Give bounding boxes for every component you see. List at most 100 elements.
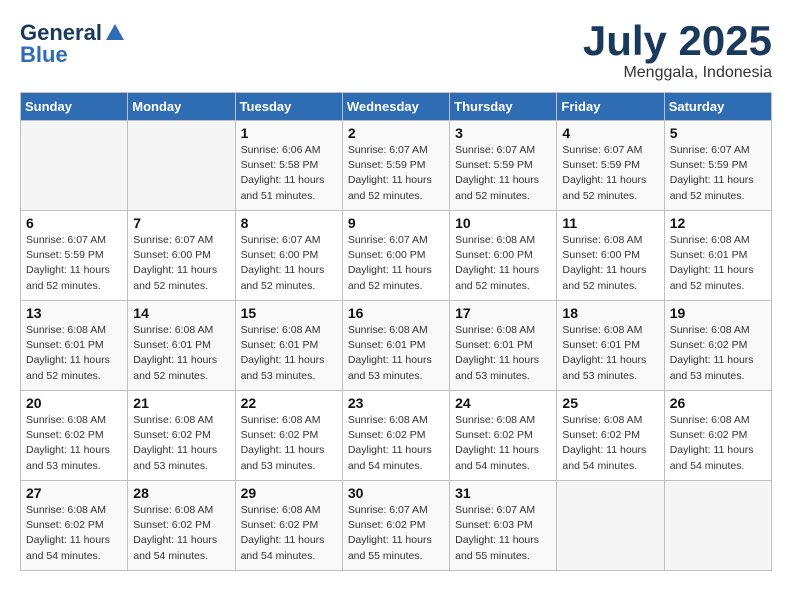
day-cell: 18 Sunrise: 6:08 AM Sunset: 6:01 PM Dayli… <box>557 301 664 391</box>
logo-icon <box>104 22 126 44</box>
page-header: General Blue July 2025 Menggala, Indones… <box>20 20 772 82</box>
col-header-wednesday: Wednesday <box>342 93 449 121</box>
day-number: 13 <box>26 305 122 321</box>
day-cell: 10 Sunrise: 6:08 AM Sunset: 6:00 PM Dayli… <box>450 211 557 301</box>
day-info: Sunrise: 6:06 AM Sunset: 5:58 PM Dayligh… <box>241 143 337 204</box>
week-row-5: 27Sunrise: 6:08 AM Sunset: 6:02 PM Dayli… <box>21 481 772 571</box>
day-number: 26 <box>670 395 766 411</box>
day-number: 18 <box>562 305 658 321</box>
day-info: Sunrise: 6:08 AM Sunset: 6:00 PM Dayligh… <box>562 233 658 294</box>
day-info: Sunrise: 6:08 AM Sunset: 6:01 PM Dayligh… <box>455 323 551 384</box>
day-info: Sunrise: 6:08 AM Sunset: 6:02 PM Dayligh… <box>670 413 766 474</box>
day-number: 16 <box>348 305 444 321</box>
day-info: Sunrise: 6:08 AM Sunset: 6:01 PM Dayligh… <box>670 233 766 294</box>
day-info: Sunrise: 6:07 AM Sunset: 6:00 PM Dayligh… <box>133 233 229 294</box>
day-number: 11 <box>562 215 658 231</box>
day-cell <box>664 481 771 571</box>
day-info: Sunrise: 6:08 AM Sunset: 6:00 PM Dayligh… <box>455 233 551 294</box>
day-cell: 7 Sunrise: 6:07 AM Sunset: 6:00 PM Daylig… <box>128 211 235 301</box>
day-info: Sunrise: 6:08 AM Sunset: 6:02 PM Dayligh… <box>26 413 122 474</box>
day-info: Sunrise: 6:07 AM Sunset: 5:59 PM Dayligh… <box>562 143 658 204</box>
day-cell: 5 Sunrise: 6:07 AM Sunset: 5:59 PM Daylig… <box>664 121 771 211</box>
col-header-thursday: Thursday <box>450 93 557 121</box>
day-cell: 17 Sunrise: 6:08 AM Sunset: 6:01 PM Dayli… <box>450 301 557 391</box>
day-info: Sunrise: 6:08 AM Sunset: 6:02 PM Dayligh… <box>241 503 337 564</box>
day-cell: 24 Sunrise: 6:08 AM Sunset: 6:02 PM Dayli… <box>450 391 557 481</box>
location-subtitle: Menggala, Indonesia <box>583 64 772 82</box>
day-info: Sunrise: 6:08 AM Sunset: 6:01 PM Dayligh… <box>133 323 229 384</box>
day-number: 5 <box>670 125 766 141</box>
week-row-1: 1Sunrise: 6:06 AM Sunset: 5:58 PM Daylig… <box>21 121 772 211</box>
day-cell: 1Sunrise: 6:06 AM Sunset: 5:58 PM Daylig… <box>235 121 342 211</box>
day-info: Sunrise: 6:07 AM Sunset: 5:59 PM Dayligh… <box>26 233 122 294</box>
day-info: Sunrise: 6:08 AM Sunset: 6:01 PM Dayligh… <box>241 323 337 384</box>
day-number: 4 <box>562 125 658 141</box>
day-info: Sunrise: 6:07 AM Sunset: 5:59 PM Dayligh… <box>455 143 551 204</box>
day-info: Sunrise: 6:08 AM Sunset: 6:02 PM Dayligh… <box>133 503 229 564</box>
day-cell: 20 Sunrise: 6:08 AM Sunset: 6:02 PM Dayli… <box>21 391 128 481</box>
month-title: July 2025 <box>583 20 772 62</box>
day-cell: 11 Sunrise: 6:08 AM Sunset: 6:00 PM Dayli… <box>557 211 664 301</box>
day-number: 30 <box>348 485 444 501</box>
day-number: 28 <box>133 485 229 501</box>
day-number: 6 <box>26 215 122 231</box>
day-cell: 13 Sunrise: 6:08 AM Sunset: 6:01 PM Dayli… <box>21 301 128 391</box>
day-number: 7 <box>133 215 229 231</box>
day-info: Sunrise: 6:08 AM Sunset: 6:02 PM Dayligh… <box>455 413 551 474</box>
day-number: 8 <box>241 215 337 231</box>
header-row: SundayMondayTuesdayWednesdayThursdayFrid… <box>21 93 772 121</box>
day-number: 17 <box>455 305 551 321</box>
day-number: 20 <box>26 395 122 411</box>
day-number: 23 <box>348 395 444 411</box>
day-number: 19 <box>670 305 766 321</box>
day-cell: 6 Sunrise: 6:07 AM Sunset: 5:59 PM Daylig… <box>21 211 128 301</box>
day-info: Sunrise: 6:07 AM Sunset: 5:59 PM Dayligh… <box>348 143 444 204</box>
day-number: 24 <box>455 395 551 411</box>
day-cell: 21 Sunrise: 6:08 AM Sunset: 6:02 PM Dayli… <box>128 391 235 481</box>
day-number: 25 <box>562 395 658 411</box>
day-cell: 2 Sunrise: 6:07 AM Sunset: 5:59 PM Daylig… <box>342 121 449 211</box>
day-info: Sunrise: 6:08 AM Sunset: 6:01 PM Dayligh… <box>26 323 122 384</box>
day-info: Sunrise: 6:08 AM Sunset: 6:02 PM Dayligh… <box>348 413 444 474</box>
day-cell: 3Sunrise: 6:07 AM Sunset: 5:59 PM Daylig… <box>450 121 557 211</box>
logo: General Blue <box>20 20 126 68</box>
day-info: Sunrise: 6:07 AM Sunset: 6:03 PM Dayligh… <box>455 503 551 564</box>
day-info: Sunrise: 6:08 AM Sunset: 6:02 PM Dayligh… <box>670 323 766 384</box>
week-row-2: 6 Sunrise: 6:07 AM Sunset: 5:59 PM Daylig… <box>21 211 772 301</box>
day-cell: 15 Sunrise: 6:08 AM Sunset: 6:01 PM Dayli… <box>235 301 342 391</box>
day-cell <box>128 121 235 211</box>
day-number: 29 <box>241 485 337 501</box>
day-cell: 25 Sunrise: 6:08 AM Sunset: 6:02 PM Dayli… <box>557 391 664 481</box>
day-cell: 29 Sunrise: 6:08 AM Sunset: 6:02 PM Dayli… <box>235 481 342 571</box>
col-header-sunday: Sunday <box>21 93 128 121</box>
day-number: 9 <box>348 215 444 231</box>
week-row-4: 20 Sunrise: 6:08 AM Sunset: 6:02 PM Dayli… <box>21 391 772 481</box>
day-cell <box>557 481 664 571</box>
day-number: 10 <box>455 215 551 231</box>
day-cell: 28 Sunrise: 6:08 AM Sunset: 6:02 PM Dayli… <box>128 481 235 571</box>
day-info: Sunrise: 6:08 AM Sunset: 6:02 PM Dayligh… <box>133 413 229 474</box>
day-number: 2 <box>348 125 444 141</box>
day-info: Sunrise: 6:08 AM Sunset: 6:02 PM Dayligh… <box>562 413 658 474</box>
day-cell: 9 Sunrise: 6:07 AM Sunset: 6:00 PM Daylig… <box>342 211 449 301</box>
day-info: Sunrise: 6:08 AM Sunset: 6:01 PM Dayligh… <box>562 323 658 384</box>
day-info: Sunrise: 6:07 AM Sunset: 6:00 PM Dayligh… <box>241 233 337 294</box>
day-cell: 26 Sunrise: 6:08 AM Sunset: 6:02 PM Dayli… <box>664 391 771 481</box>
day-cell: 4 Sunrise: 6:07 AM Sunset: 5:59 PM Daylig… <box>557 121 664 211</box>
day-number: 21 <box>133 395 229 411</box>
day-info: Sunrise: 6:07 AM Sunset: 6:02 PM Dayligh… <box>348 503 444 564</box>
day-info: Sunrise: 6:08 AM Sunset: 6:02 PM Dayligh… <box>26 503 122 564</box>
logo-blue-text: Blue <box>20 42 68 68</box>
title-block: July 2025 Menggala, Indonesia <box>583 20 772 82</box>
day-number: 15 <box>241 305 337 321</box>
day-cell: 27Sunrise: 6:08 AM Sunset: 6:02 PM Dayli… <box>21 481 128 571</box>
day-cell: 23 Sunrise: 6:08 AM Sunset: 6:02 PM Dayli… <box>342 391 449 481</box>
day-cell: 14 Sunrise: 6:08 AM Sunset: 6:01 PM Dayli… <box>128 301 235 391</box>
col-header-tuesday: Tuesday <box>235 93 342 121</box>
day-info: Sunrise: 6:07 AM Sunset: 6:00 PM Dayligh… <box>348 233 444 294</box>
day-cell: 22Sunrise: 6:08 AM Sunset: 6:02 PM Dayli… <box>235 391 342 481</box>
day-cell: 31Sunrise: 6:07 AM Sunset: 6:03 PM Dayli… <box>450 481 557 571</box>
day-number: 14 <box>133 305 229 321</box>
day-info: Sunrise: 6:07 AM Sunset: 5:59 PM Dayligh… <box>670 143 766 204</box>
day-number: 12 <box>670 215 766 231</box>
